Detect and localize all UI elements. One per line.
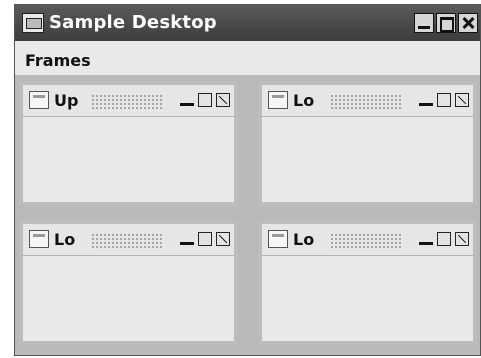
menubar: Frames: [15, 41, 480, 75]
internal-frame-1[interactable]: Up: [19, 81, 238, 206]
frame-icon: [268, 230, 288, 248]
maximize-icon[interactable]: [437, 93, 451, 107]
internal-frame-content: [262, 256, 473, 341]
internal-frame-titlebar[interactable]: Lo: [262, 85, 473, 117]
sample-desktop-window: Sample Desktop Frames Up Lo Lo Lo: [14, 4, 481, 356]
frame-icon: [268, 91, 288, 109]
close-icon[interactable]: [458, 13, 478, 33]
frame-icon: [29, 91, 49, 109]
window-controls: [414, 13, 478, 33]
internal-frame-titlebar[interactable]: Lo: [23, 224, 234, 256]
internal-frame-controls: [180, 93, 230, 107]
minimize-icon[interactable]: [180, 232, 194, 246]
window-title: Sample Desktop: [49, 12, 217, 33]
internal-frame-controls: [419, 232, 469, 246]
app-window-icon: [22, 13, 44, 33]
close-icon[interactable]: [455, 232, 469, 246]
window-titlebar[interactable]: Sample Desktop: [15, 5, 480, 41]
minimize-icon[interactable]: [419, 93, 433, 107]
minimize-icon[interactable]: [180, 93, 194, 107]
internal-frame-content: [23, 117, 234, 202]
internal-frame-titlebar[interactable]: Up: [23, 85, 234, 117]
internal-frame-content: [262, 117, 473, 202]
maximize-icon[interactable]: [436, 13, 456, 33]
internal-frame-title: Lo: [54, 230, 76, 249]
internal-frame-title: Lo: [293, 230, 315, 249]
internal-frame-title: Lo: [293, 91, 315, 110]
minimize-icon[interactable]: [414, 13, 434, 33]
internal-frame-title: Up: [54, 91, 79, 110]
maximize-icon[interactable]: [198, 93, 212, 107]
internal-frame-content: [23, 256, 234, 341]
menu-frames[interactable]: Frames: [25, 51, 91, 70]
titlebar-grip-icon: [91, 233, 163, 249]
close-icon[interactable]: [455, 93, 469, 107]
maximize-icon[interactable]: [437, 232, 451, 246]
maximize-icon[interactable]: [198, 232, 212, 246]
minimize-icon[interactable]: [419, 232, 433, 246]
internal-frame-controls: [419, 93, 469, 107]
titlebar-grip-icon: [330, 94, 402, 110]
close-icon[interactable]: [216, 232, 230, 246]
desktop-pane[interactable]: Up Lo Lo Lo: [15, 75, 480, 355]
close-icon[interactable]: [216, 93, 230, 107]
internal-frame-3[interactable]: Lo: [19, 220, 238, 345]
titlebar-grip-icon: [330, 233, 402, 249]
titlebar-grip-icon: [91, 94, 163, 110]
internal-frame-titlebar[interactable]: Lo: [262, 224, 473, 256]
internal-frame-4[interactable]: Lo: [258, 220, 477, 345]
internal-frame-2[interactable]: Lo: [258, 81, 477, 206]
internal-frame-controls: [180, 232, 230, 246]
frame-icon: [29, 230, 49, 248]
